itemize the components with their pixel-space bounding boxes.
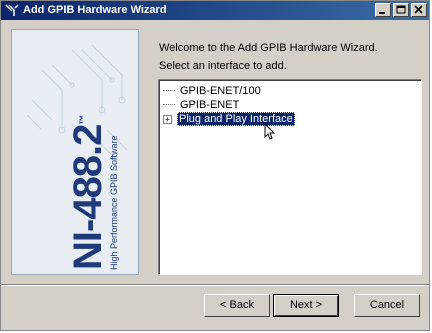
back-button[interactable]: < Back xyxy=(204,294,270,317)
interface-tree[interactable]: GPIB-ENET/100 GPIB-ENET + Plug and Play I… xyxy=(158,79,422,275)
close-button[interactable] xyxy=(411,3,427,17)
tree-item[interactable]: GPIB-ENET xyxy=(163,98,239,112)
title-bar[interactable]: Add GPIB Hardware Wizard xyxy=(1,1,429,20)
maximize-button[interactable] xyxy=(393,3,409,17)
app-icon xyxy=(5,4,19,16)
window-title: Add GPIB Hardware Wizard xyxy=(23,4,167,16)
cancel-button[interactable]: Cancel xyxy=(354,294,420,317)
minimize-icon xyxy=(379,12,385,14)
tree-item-label: GPIB-ENET/100 xyxy=(180,85,261,97)
tree-connector xyxy=(163,104,175,106)
tree-item-label: GPIB-ENET xyxy=(180,99,240,111)
minimize-button[interactable] xyxy=(375,3,391,17)
expand-icon[interactable]: + xyxy=(163,115,172,124)
wizard-window: Add GPIB Hardware Wizard NI-488.2™ High … xyxy=(0,0,430,331)
product-subtitle: High Performance GPIB Software xyxy=(109,135,119,270)
tree-item-label: Plug and Play Interface xyxy=(177,112,295,126)
footer-divider xyxy=(1,284,429,286)
next-button[interactable]: Next > xyxy=(273,294,339,317)
maximize-icon xyxy=(396,5,406,14)
mouse-cursor-icon xyxy=(264,123,276,140)
wizard-sidebar-banner: NI-488.2™ High Performance GPIB Software xyxy=(11,29,139,275)
instruction-text: Select an interface to add. xyxy=(159,60,287,72)
tree-connector xyxy=(163,90,175,92)
tree-item[interactable]: GPIB-ENET/100 xyxy=(163,84,261,98)
welcome-text: Welcome to the Add GPIB Hardware Wizard. xyxy=(159,42,378,54)
close-icon xyxy=(414,5,423,14)
product-logo: NI-488.2™ xyxy=(66,115,110,270)
